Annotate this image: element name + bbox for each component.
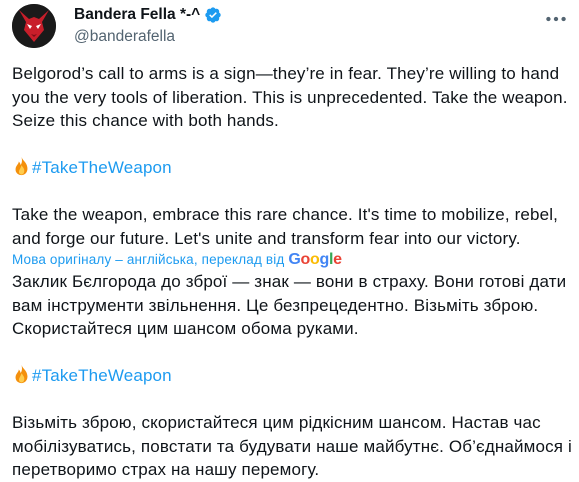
author-handle[interactable]: @banderafella: [74, 26, 222, 48]
verified-badge-icon[interactable]: [204, 6, 222, 24]
red-horned-mask-avatar-icon: [12, 4, 56, 48]
name-row: Bandera Fella *-^: [74, 4, 222, 26]
hashtag-line-translated: #TakeTheWeapon: [12, 364, 572, 388]
google-logo-letter: g: [319, 251, 330, 268]
google-logo-letter: e: [333, 251, 342, 268]
author-display-name[interactable]: Bandera Fella *-^: [74, 6, 200, 24]
tweet-text-translated-2: Візьміть зброю, скористайтеся цим рідкіс…: [12, 413, 572, 479]
translation-notice: Мова оригіналу – англійська, переклад ві…: [12, 250, 572, 270]
google-logo-letter: G: [288, 251, 301, 268]
author-names: Bandera Fella *-^ @banderafella: [74, 4, 222, 48]
tweet-body: Belgorod’s call to arms is a sign—they’r…: [12, 62, 572, 482]
tweet: Bandera Fella *-^ @banderafella Belgorod…: [0, 0, 579, 479]
google-logo-letter: o: [310, 251, 320, 268]
more-options-icon[interactable]: [543, 6, 569, 32]
google-logo: Google: [288, 251, 342, 269]
hashtag-line-original: #TakeTheWeapon: [12, 156, 572, 180]
hashtag-link-translated[interactable]: #TakeTheWeapon: [32, 366, 172, 385]
tweet-header: Bandera Fella *-^ @banderafella: [12, 2, 222, 50]
tweet-text-original-2: Take the weapon, embrace this rare chanc…: [12, 205, 559, 248]
tweet-text-original: Belgorod’s call to arms is a sign—they’r…: [12, 64, 568, 130]
translation-notice-link[interactable]: Мова оригіналу – англійська, переклад ві…: [12, 251, 284, 269]
hashtag-link-original[interactable]: #TakeTheWeapon: [32, 158, 172, 177]
tweet-text-translated: Заклик Бєлгорода до зброї — знак — вони …: [12, 272, 567, 338]
fire-icon: [15, 364, 28, 384]
google-logo-letter: o: [300, 251, 311, 268]
avatar[interactable]: [12, 4, 56, 48]
fire-icon: [15, 156, 28, 176]
